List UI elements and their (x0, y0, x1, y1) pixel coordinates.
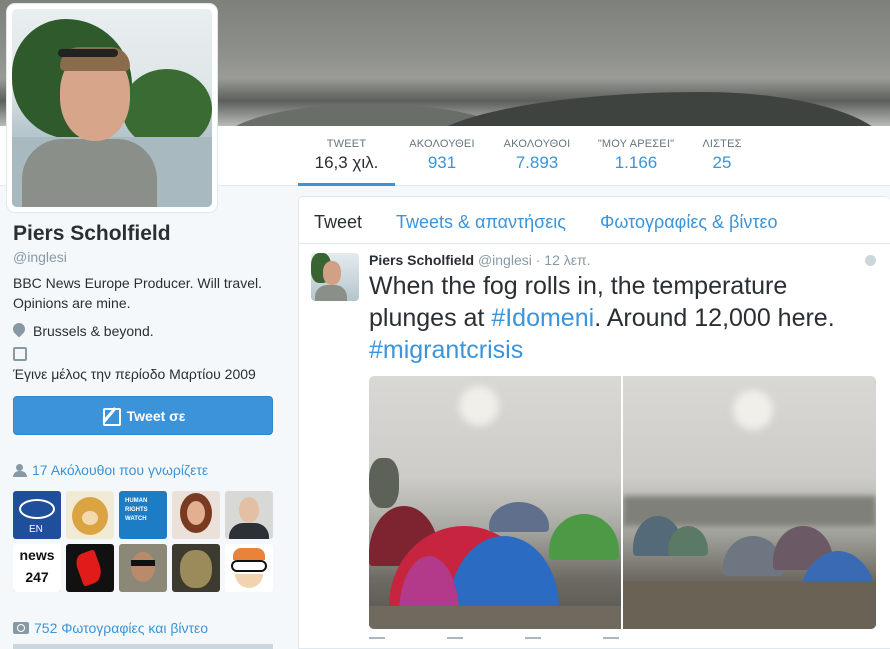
thumb-caption: HUMAN RIGHTS WATCH (125, 498, 148, 522)
stat-label: "ΜΟΥ ΑΡΕΣΕΙ" (597, 138, 675, 150)
stat-likes[interactable]: "ΜΟΥ ΑΡΕΣΕΙ" 1.166 (590, 126, 682, 186)
tweet-to-label: Tweet σε (126, 407, 186, 424)
location-pin-icon (13, 323, 25, 339)
camera-icon (13, 622, 29, 634)
location-text: Brussels & beyond. (33, 323, 154, 339)
tweet-author-handle[interactable]: @inglesi (478, 252, 532, 268)
calendar-icon (13, 347, 27, 361)
tab-photos-videos[interactable]: Φωτογραφίες & βίντεο (600, 212, 778, 233)
follower-thumb-woman-portrait[interactable] (172, 491, 220, 539)
avatar-photo (12, 9, 212, 207)
photos-videos-label: 752 Φωτογραφίες και βίντεο (34, 620, 209, 636)
follower-thumb-man-portrait[interactable] (225, 491, 273, 539)
stat-value: 7.893 (515, 153, 559, 172)
stat-following[interactable]: ΑΚΟΛΟΥΘΕΙ 931 (400, 126, 484, 186)
follower-thumb-cartoon-dexter[interactable] (225, 544, 273, 592)
stat-value: 16,3 χιλ. (314, 153, 379, 172)
profile-handle[interactable]: @inglesi (13, 249, 67, 265)
stat-label: ΑΚΟΛΟΥΘΕΙ (409, 138, 475, 150)
profile-avatar[interactable] (7, 4, 217, 212)
tweet-actions (369, 637, 619, 647)
follower-thumb-cartoon-lion[interactable] (66, 491, 114, 539)
stat-value: 1.166 (614, 153, 658, 172)
profile-name[interactable]: Piers Scholfield (13, 222, 171, 246)
hashtag-link[interactable]: #Idomeni (491, 304, 594, 332)
stat-label: ΛΙΣΤΕΣ (702, 138, 742, 150)
timeline: Tweet Tweets & απαντήσεις Φωτογραφίες & … (298, 196, 890, 649)
thumb-caption: EN (29, 524, 43, 535)
stat-lists[interactable]: ΛΙΣΤΕΣ 25 (690, 126, 754, 186)
follower-thumb-masked-figure[interactable] (172, 544, 220, 592)
follower-thumb-eu-parliament[interactable]: EN (13, 491, 61, 539)
stat-value: 25 (712, 153, 732, 172)
retweet-icon[interactable] (447, 637, 463, 647)
globe-icon (865, 255, 876, 266)
stat-followers[interactable]: ΑΚΟΛΟΥΘΟΙ 7.893 (495, 126, 579, 186)
media-preview-strip (13, 644, 273, 649)
followers-you-know-link[interactable]: 17 Ακόλουθοι που γνωρίζετε (13, 462, 208, 478)
tweet-text: When the fog rolls in, the temperature p… (369, 270, 879, 366)
tab-tweets[interactable]: Tweet (314, 212, 362, 233)
stat-label: ΑΚΟΛΟΥΘΟΙ (503, 138, 571, 150)
stat-label: TWEET (326, 138, 367, 150)
tab-tweets-replies[interactable]: Tweets & απαντήσεις (396, 212, 566, 233)
follower-thumb-news247[interactable]: news 247 (13, 544, 61, 592)
stat-value: 931 (427, 153, 457, 172)
tweet-to-button[interactable]: Tweet σε (13, 396, 273, 435)
photos-videos-link[interactable]: 752 Φωτογραφίες και βίντεο (13, 620, 208, 636)
thumb-caption: news 247 (19, 547, 55, 585)
person-icon (13, 463, 27, 477)
tweet-author-name[interactable]: Piers Scholfield (369, 252, 474, 268)
banner-mountain (420, 92, 890, 126)
follower-thumb-man-sunglasses[interactable] (119, 544, 167, 592)
hashtag-link[interactable]: #migrantcrisis (369, 336, 523, 364)
tweet-author-avatar[interactable] (311, 253, 359, 301)
reply-icon[interactable] (369, 637, 385, 647)
compose-icon (101, 407, 121, 426)
tweet-photo-2[interactable] (623, 376, 876, 629)
more-icon[interactable] (603, 637, 619, 647)
stat-tweets[interactable]: TWEET 16,3 χιλ. (298, 126, 395, 186)
profile-bio: BBC News Europe Producer. Will travel. O… (13, 275, 262, 311)
profile-joined-date: Έγινε μέλος την περίοδο Μαρτίου 2009 (13, 366, 256, 382)
tweet-header: Piers Scholfield @inglesi · 12 λεπ. (369, 252, 591, 268)
tweet-text-part: . Around 12,000 here. (594, 304, 835, 332)
profile-location: Brussels & beyond. (13, 323, 154, 339)
follower-thumb-human-rights-watch[interactable]: HUMAN RIGHTS WATCH (119, 491, 167, 539)
followers-you-know-label: 17 Ακόλουθοι που γνωρίζετε (32, 462, 209, 478)
tweet-photo-1[interactable] (369, 376, 621, 629)
like-icon[interactable] (525, 637, 541, 647)
tweet-timestamp[interactable]: · 12 λεπ. (536, 252, 591, 268)
follower-thumb-red-logo[interactable] (66, 544, 114, 592)
timeline-tabs: Tweet Tweets & απαντήσεις Φωτογραφίες & … (299, 197, 890, 244)
